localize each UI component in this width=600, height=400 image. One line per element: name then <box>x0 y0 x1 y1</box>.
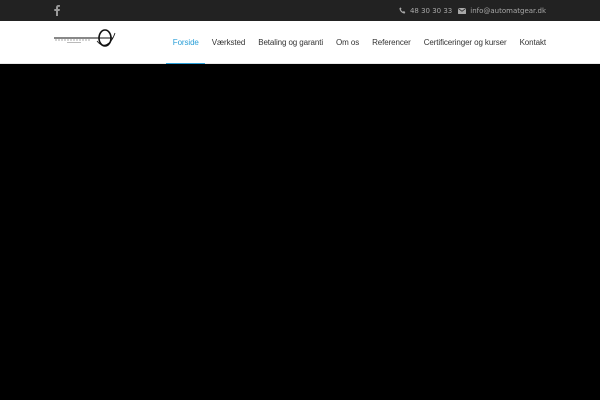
nav-item-vaerksted[interactable]: Værksted <box>205 21 251 64</box>
main-navigation: Forside Værksted Betaling og garanti Om … <box>166 21 547 65</box>
logo-mark <box>54 29 116 47</box>
nav-item-certificeringer-og-kurser[interactable]: Certificeringer og kurser <box>417 21 513 64</box>
main-header: Forside Værksted Betaling og garanti Om … <box>0 21 600 65</box>
email-address: info@automatgear.dk <box>470 6 546 15</box>
facebook-icon[interactable] <box>54 5 60 16</box>
nav-item-referencer[interactable]: Referencer <box>366 21 418 64</box>
nav-item-kontakt[interactable]: Kontakt <box>513 21 547 64</box>
phone-number: 48 30 30 33 <box>409 6 453 15</box>
phone-icon <box>399 7 406 14</box>
nav-item-om-os[interactable]: Om os <box>330 21 366 64</box>
hero-section <box>0 64 600 400</box>
email-contact[interactable]: info@automatgear.dk <box>458 7 546 15</box>
top-bar: 48 30 30 33 info@automatgear.dk <box>0 0 600 21</box>
phone-contact[interactable]: 48 30 30 33 <box>399 7 452 15</box>
nav-item-betaling-og-garanti[interactable]: Betaling og garanti <box>252 21 330 64</box>
site-logo[interactable] <box>53 27 117 51</box>
contact-info: 48 30 30 33 info@automatgear.dk <box>399 0 546 21</box>
nav-item-forside[interactable]: Forside <box>166 21 206 65</box>
envelope-icon <box>458 7 467 14</box>
